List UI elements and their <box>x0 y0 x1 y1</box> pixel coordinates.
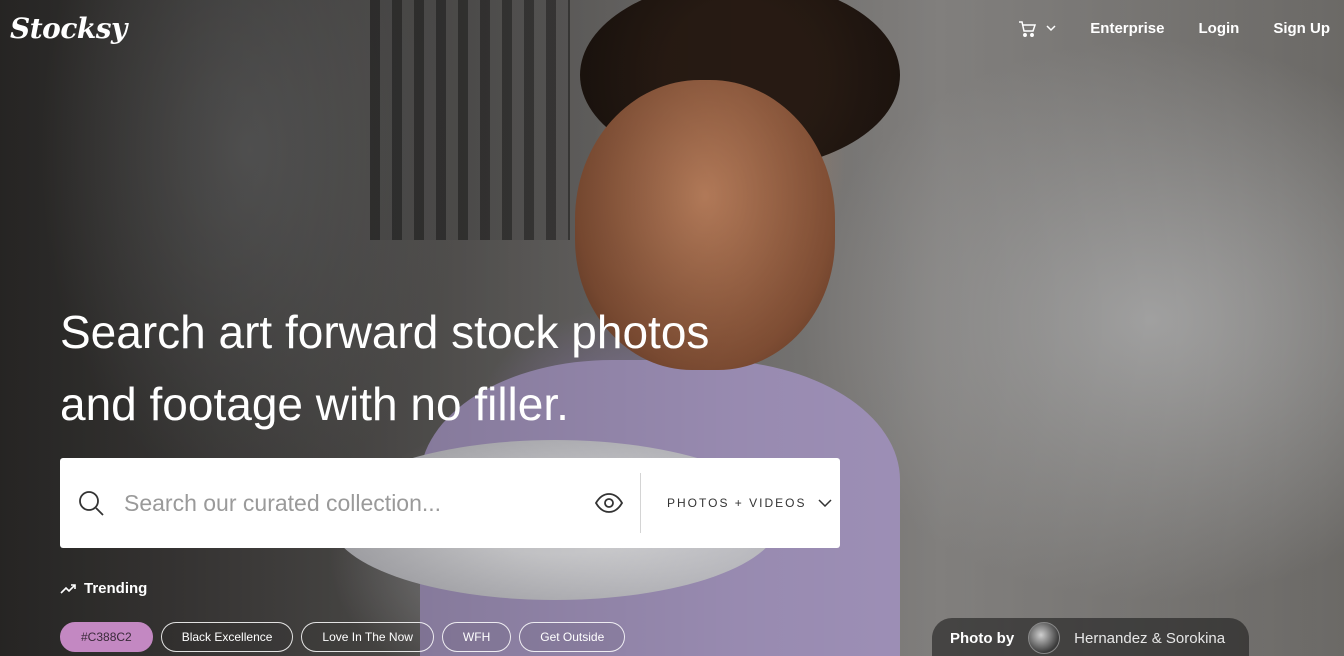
eye-icon[interactable] <box>594 488 624 518</box>
nav-signup-link[interactable]: Sign Up <box>1273 20 1330 37</box>
media-type-select[interactable]: PHOTOS + VIDEOS <box>667 496 833 510</box>
trending-chip-love-in-the-now[interactable]: Love In The Now <box>301 622 434 652</box>
headline-line-2: and footage with no filler. <box>60 378 569 430</box>
photo-credit: Photo by Hernandez & Sorokina <box>932 618 1250 656</box>
nav-login-link[interactable]: Login <box>1199 20 1240 37</box>
cart-menu[interactable] <box>1018 20 1056 37</box>
hero-section: Stocksy Enterprise Login Sign Up Search … <box>0 0 1344 656</box>
media-type-label: PHOTOS + VIDEOS <box>667 496 807 510</box>
trending-chip-color[interactable]: #C388C2 <box>60 622 153 652</box>
trending-chip-black-excellence[interactable]: Black Excellence <box>160 622 294 652</box>
trending-chip-wfh[interactable]: WFH <box>441 622 512 652</box>
top-nav: Enterprise Login Sign Up <box>1018 20 1330 37</box>
photo-credit-label: Photo by <box>950 629 1015 647</box>
trending-chips: #C388C2 Black Excellence Love In The Now… <box>60 622 626 652</box>
headline-line-1: Search art forward stock photos <box>60 306 710 358</box>
trending-chip-get-outside[interactable]: Get Outside <box>519 622 626 652</box>
search-input[interactable] <box>122 488 576 518</box>
trending-label: Trending <box>84 580 148 597</box>
search-divider <box>640 473 641 533</box>
hero-headline: Search art forward stock photos and foot… <box>60 296 880 440</box>
photographer-avatar[interactable] <box>1028 622 1061 654</box>
chevron-down-icon <box>818 499 833 507</box>
trending-up-icon <box>60 583 76 594</box>
trending-heading: Trending <box>60 580 147 597</box>
chevron-down-icon <box>1046 25 1056 32</box>
cart-icon <box>1019 20 1037 37</box>
search-icon[interactable] <box>78 490 104 516</box>
search-box: PHOTOS + VIDEOS <box>60 458 840 548</box>
nav-enterprise-link[interactable]: Enterprise <box>1090 20 1164 37</box>
photographer-name[interactable]: Hernandez & Sorokina <box>1074 630 1225 647</box>
stocksy-logo[interactable]: Stocksy <box>10 12 127 45</box>
